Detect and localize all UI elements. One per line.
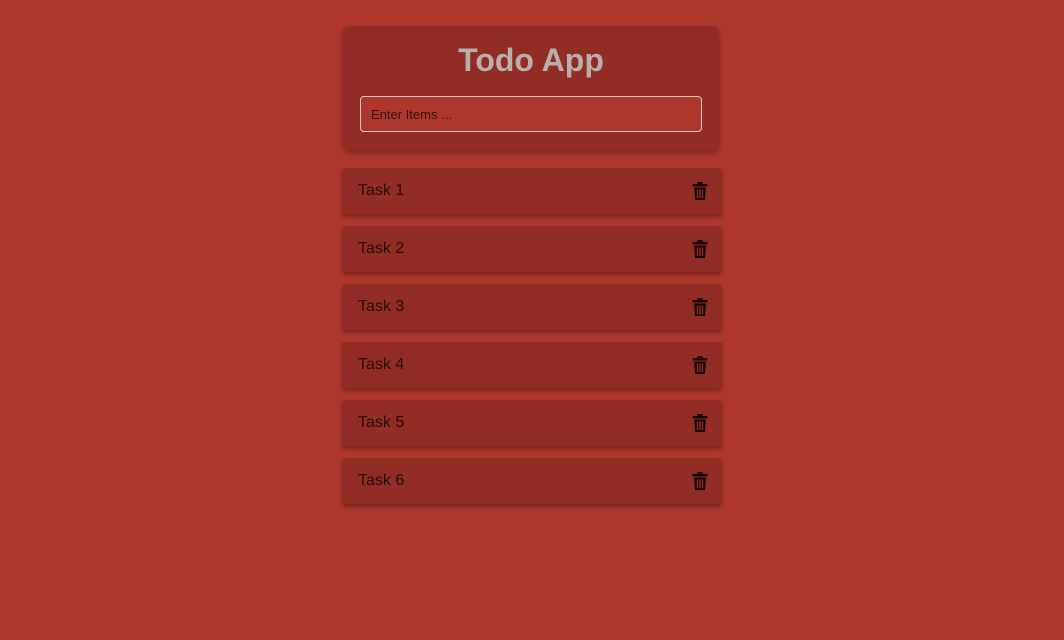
trash-icon	[692, 240, 708, 258]
task-item: Task 5	[342, 400, 722, 446]
header-card: Todo App	[343, 26, 719, 150]
delete-task-button[interactable]	[692, 414, 708, 432]
trash-icon	[692, 472, 708, 490]
delete-task-button[interactable]	[692, 472, 708, 490]
delete-task-button[interactable]	[692, 182, 708, 200]
task-item: Task 6	[342, 458, 722, 504]
task-label: Task 4	[358, 356, 405, 373]
delete-task-button[interactable]	[692, 240, 708, 258]
task-list: Task 1 Task 2 Task 3 Task 4 Task 5 Task …	[342, 168, 722, 516]
task-item: Task 1	[342, 168, 722, 214]
task-label: Task 3	[358, 298, 405, 315]
task-item: Task 3	[342, 284, 722, 330]
task-item: Task 4	[342, 342, 722, 388]
trash-icon	[692, 298, 708, 316]
new-item-input[interactable]	[360, 96, 702, 132]
app-title: Todo App	[458, 42, 604, 78]
task-label: Task 2	[358, 240, 405, 257]
task-label: Task 6	[358, 472, 405, 489]
task-item: Task 2	[342, 226, 722, 272]
delete-task-button[interactable]	[692, 298, 708, 316]
trash-icon	[692, 182, 708, 200]
delete-task-button[interactable]	[692, 356, 708, 374]
trash-icon	[692, 414, 708, 432]
task-label: Task 1	[358, 182, 405, 199]
trash-icon	[692, 356, 708, 374]
task-label: Task 5	[358, 414, 405, 431]
